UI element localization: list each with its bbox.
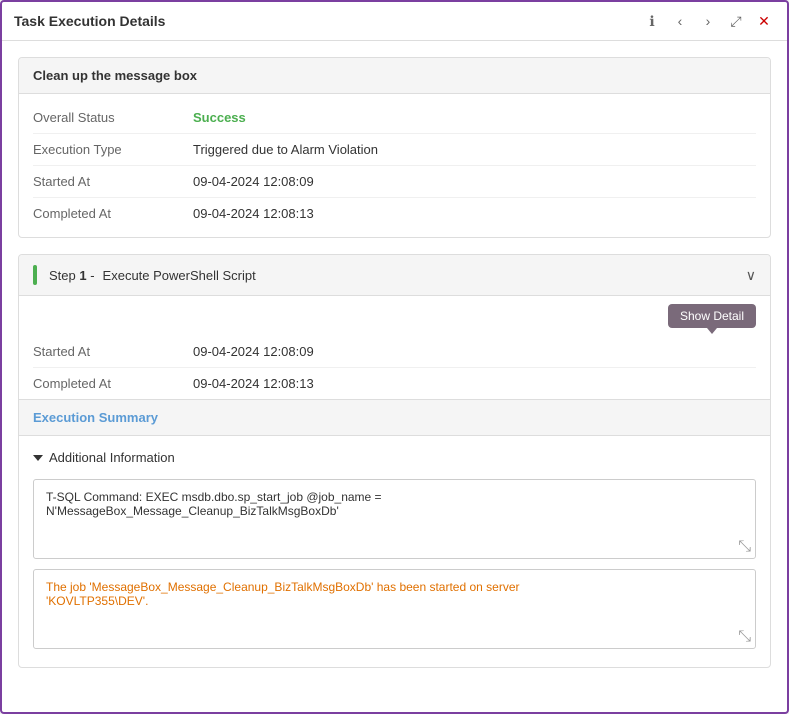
tsql-code-box: T-SQL Command: EXEC msdb.dbo.sp_start_jo… [33,479,756,559]
triangle-down-icon [33,455,43,461]
completed-at-label: Completed At [33,206,193,221]
step-completed-at-row: Completed At 09-04-2024 12:08:13 [33,368,756,399]
chevron-down-icon[interactable]: ∨ [746,267,756,284]
step-dash: Step 1 - [49,268,95,283]
completed-at-row: Completed At 09-04-2024 12:08:13 [33,198,756,229]
step-started-at-label: Started At [33,344,193,359]
titlebar-controls: ℹ ‹ › ⤢ ✕ [641,10,775,32]
expand-icon: ⤢ [730,13,741,30]
info-button[interactable]: ℹ [641,10,663,32]
back-icon: ‹ [678,13,683,29]
step-body: Show Detail Started At 09-04-2024 12:08:… [19,296,770,399]
additional-info-header[interactable]: Additional Information [33,444,756,471]
additional-info-label: Additional Information [49,450,175,465]
execution-summary-header: Execution Summary [19,399,770,436]
resize-handle-icon: ⤡ [738,538,751,556]
expand-button[interactable]: ⤢ [725,10,747,32]
main-content: Clean up the message box Overall Status … [2,41,787,712]
completed-at-value: 09-04-2024 12:08:13 [193,206,314,221]
close-icon: ✕ [758,13,770,30]
overall-status-row: Overall Status Success [33,102,756,134]
additional-info-section: Additional Information T-SQL Command: EX… [19,436,770,667]
overall-status-value: Success [193,110,246,125]
execution-type-row: Execution Type Triggered due to Alarm Vi… [33,134,756,166]
step-completed-at-label: Completed At [33,376,193,391]
details-table: Overall Status Success Execution Type Tr… [19,94,770,237]
job-message-box: The job 'MessageBox_Message_Cleanup_BizT… [33,569,756,649]
execution-type-value: Triggered due to Alarm Violation [193,142,378,157]
step-detail-area: Show Detail [33,296,756,336]
step-started-at-value: 09-04-2024 12:08:09 [193,344,314,359]
started-at-value: 09-04-2024 12:08:09 [193,174,314,189]
step-title: Step 1 Step 1 - Execute PowerShell Scrip… [33,265,256,285]
overall-status-label: Overall Status [33,110,193,125]
started-at-label: Started At [33,174,193,189]
step-header: Step 1 Step 1 - Execute PowerShell Scrip… [19,255,770,296]
resize-handle-icon-2: ⤡ [738,628,751,646]
step-bar-indicator [33,265,37,285]
tsql-code-text: T-SQL Command: EXEC msdb.dbo.sp_start_jo… [46,490,382,518]
step-completed-at-value: 09-04-2024 12:08:13 [193,376,314,391]
execution-type-label: Execution Type [33,142,193,157]
info-icon: ℹ [649,13,654,30]
forward-icon: › [706,13,711,29]
started-at-row: Started At 09-04-2024 12:08:09 [33,166,756,198]
step-started-at-row: Started At 09-04-2024 12:08:09 [33,336,756,368]
close-button[interactable]: ✕ [753,10,775,32]
details-card: Clean up the message box Overall Status … [18,57,771,238]
main-window: Task Execution Details ℹ ‹ › ⤢ ✕ Clean u… [0,0,789,714]
step-description: Execute PowerShell Script [103,268,256,283]
step-card: Step 1 Step 1 - Execute PowerShell Scrip… [18,254,771,668]
forward-button[interactable]: › [697,10,719,32]
job-message-text: The job 'MessageBox_Message_Cleanup_BizT… [46,580,520,608]
window-title: Task Execution Details [14,13,165,29]
titlebar: Task Execution Details ℹ ‹ › ⤢ ✕ [2,2,787,41]
details-header: Clean up the message box [19,58,770,94]
show-detail-button[interactable]: Show Detail [668,304,756,328]
back-button[interactable]: ‹ [669,10,691,32]
